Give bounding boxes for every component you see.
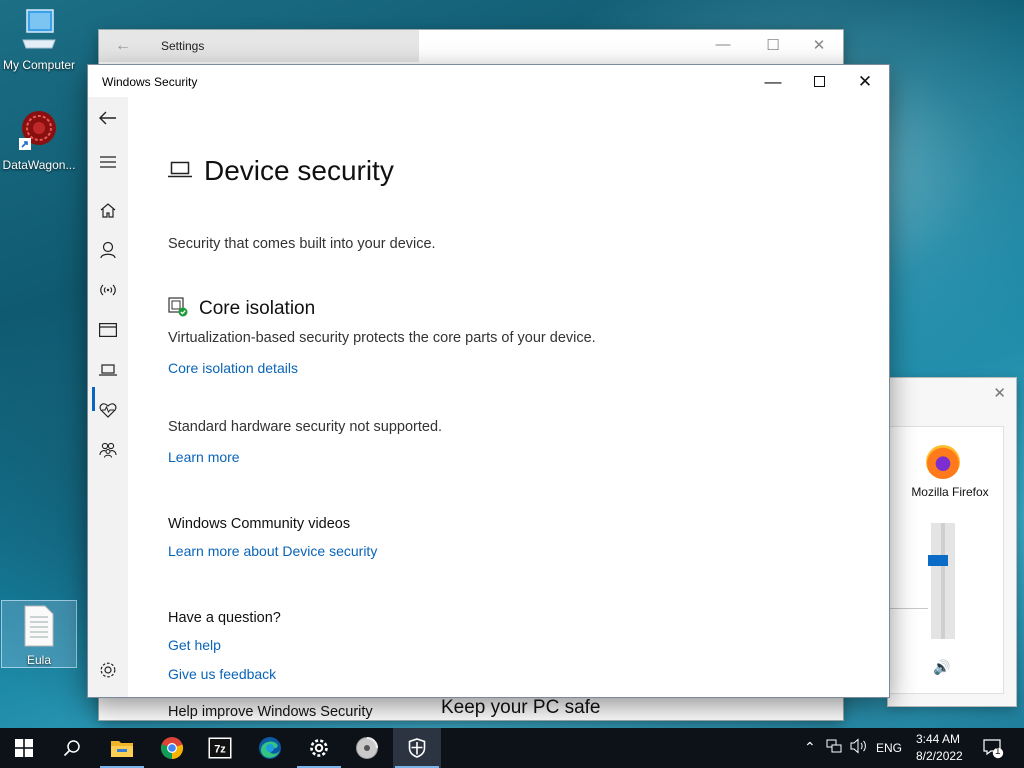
edge-icon[interactable]: [246, 728, 294, 768]
settings-titlebar: ← Settings — ☐ ✕: [99, 30, 843, 62]
close-icon[interactable]: ✕: [993, 384, 1006, 402]
wireless-icon[interactable]: [88, 275, 128, 305]
desktop-icon-label: Eula: [26, 653, 52, 667]
clock-time[interactable]: 3:44 AM: [916, 732, 960, 746]
gear-icon[interactable]: [88, 655, 128, 685]
back-icon[interactable]: ←: [115, 37, 131, 55]
desktop-icon-label: DataWagon...: [2, 158, 76, 172]
volume-slider-thumb[interactable]: [928, 555, 948, 567]
close-button[interactable]: ✕: [842, 69, 888, 95]
core-isolation-details-link[interactable]: Core isolation details: [168, 360, 298, 376]
file-explorer-icon[interactable]: [98, 728, 146, 768]
firefox-icon: [926, 445, 960, 479]
network-icon[interactable]: [826, 738, 842, 757]
chevron-up-icon[interactable]: ⌃: [804, 739, 816, 756]
volume-mixer-window: ✕ Mozilla Firefox 🔊: [888, 378, 1016, 706]
browser-icon[interactable]: [88, 315, 128, 345]
main-content: Device security Security that comes buil…: [168, 97, 868, 720]
chrome-icon[interactable]: [148, 728, 196, 768]
search-icon[interactable]: [48, 728, 96, 768]
svg-text:7z: 7z: [214, 744, 226, 756]
settings-icon[interactable]: [295, 728, 343, 768]
core-isolation-icon: [168, 297, 188, 322]
core-isolation-title: Core isolation: [199, 298, 316, 319]
minimize-button[interactable]: —: [711, 36, 735, 53]
laptop-icon: [168, 161, 192, 184]
volume-icon[interactable]: [850, 738, 868, 757]
page-subtitle: Security that comes built into your devi…: [168, 236, 436, 252]
window-title: Windows Security: [102, 75, 198, 89]
laptop-icon[interactable]: [88, 355, 128, 385]
back-icon[interactable]: [88, 103, 128, 133]
notification-count: 1: [995, 746, 1001, 757]
settings-title: Settings: [161, 39, 205, 53]
community-videos-heading: Windows Community videos: [168, 516, 351, 532]
clock-date[interactable]: 8/2/2022: [916, 749, 963, 763]
volume-slider-track[interactable]: [931, 523, 955, 639]
security-titlebar: Windows Security — ✕: [88, 65, 889, 97]
computer-icon: [0, 8, 78, 55]
maximize-button[interactable]: ☐: [761, 36, 785, 54]
disc-icon[interactable]: [343, 728, 391, 768]
improve-heading: Help improve Windows Security: [168, 704, 373, 720]
desktop-icon-my-computer[interactable]: My Computer: [0, 8, 78, 72]
sidebar: [88, 97, 128, 697]
taskbar: 7z ⌃ ENG 3:44 AM 8/2/2022 1: [0, 728, 1024, 768]
settings-banner-text: Keep your PC safe: [441, 697, 601, 718]
desktop-icon-datawagon[interactable]: DataWagon...: [0, 108, 78, 172]
start-icon[interactable]: [0, 728, 48, 768]
page-title: Device security: [204, 155, 394, 186]
windows-security-window: Windows Security — ✕ Device security Sec…: [88, 65, 889, 720]
person-icon[interactable]: [88, 235, 128, 265]
desktop-icon-label: My Computer: [2, 58, 76, 72]
learn-more-link[interactable]: Learn more: [168, 449, 240, 465]
windows-security-icon[interactable]: [393, 728, 441, 768]
hardware-security-status: Standard hardware security not supported…: [168, 419, 443, 435]
mixer-app-panel: Mozilla Firefox 🔊: [888, 426, 1004, 694]
maximize-button[interactable]: [796, 69, 842, 95]
7zip-icon[interactable]: 7z: [196, 728, 244, 768]
mixer-app-label: Mozilla Firefox: [911, 485, 989, 499]
desktop-icon-eula[interactable]: Eula: [1, 600, 77, 668]
speaker-icon[interactable]: 🔊: [933, 659, 950, 676]
heart-icon[interactable]: [88, 395, 128, 425]
language-indicator[interactable]: ENG: [876, 741, 902, 755]
close-button[interactable]: ✕: [807, 36, 831, 54]
question-heading: Have a question?: [168, 610, 281, 626]
family-icon[interactable]: [88, 435, 128, 465]
learn-more-device-security-link[interactable]: Learn more about Device security: [168, 543, 377, 559]
get-help-link[interactable]: Get help: [168, 637, 221, 653]
menu-icon[interactable]: [88, 147, 128, 177]
minimize-button[interactable]: —: [750, 69, 796, 95]
give-feedback-link[interactable]: Give us feedback: [168, 666, 276, 682]
home-icon[interactable]: [88, 195, 128, 225]
datawagon-icon: [0, 108, 78, 155]
core-isolation-description: Virtualization-based security protects t…: [168, 330, 596, 346]
text-file-icon: [2, 605, 76, 650]
